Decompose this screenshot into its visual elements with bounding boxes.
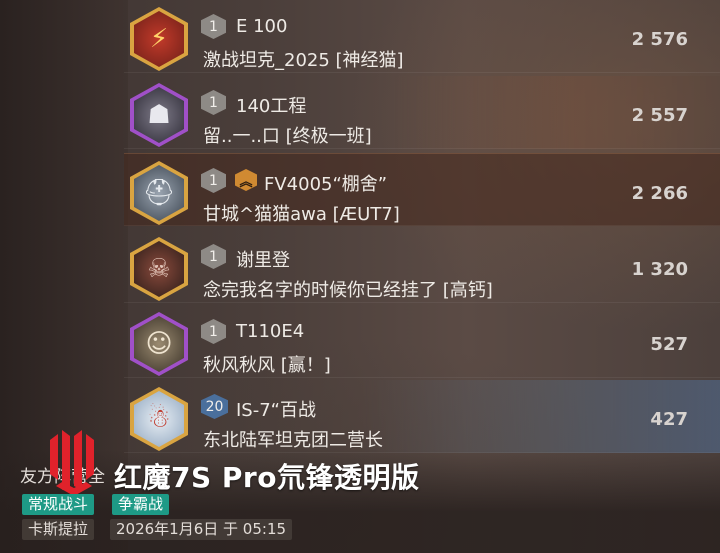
chevron-rank-icon: ︽ xyxy=(235,169,257,191)
battle-datetime-tag: 2026年1月6日 于 05:15 xyxy=(110,519,293,540)
battle-mode-tag: 常规战斗 xyxy=(22,494,95,515)
player-score: 427 xyxy=(650,409,688,430)
player-score: 2 266 xyxy=(631,183,688,204)
tank-name: 谢里登 xyxy=(236,250,290,271)
helmet-icon: ⛑ xyxy=(134,165,184,221)
map-name-tag: 卡斯提拉 xyxy=(22,519,95,540)
player-name: 东北陆军坦克团二营长 xyxy=(203,430,383,451)
player-name: 秋风秋风 [赢！] xyxy=(203,355,331,376)
masked-soldier-icon: ☠ xyxy=(134,241,184,297)
avatar-frame: ☠ xyxy=(130,237,188,301)
avatar-frame: ⚡ xyxy=(130,7,188,71)
player-name: 留..一..口 [终极一班] xyxy=(203,126,372,147)
tank-name: E 100 xyxy=(236,16,288,37)
device-watermark: 红魔7S Pro氘锋透明版 xyxy=(114,461,420,494)
player-row-self[interactable]: ⛑ 1 ︽ FV4005“棚舍” 甘城^猫猫awa [ÆUT7] 2 266 xyxy=(124,153,720,226)
lightning-emblem-icon: ⚡ xyxy=(134,11,184,67)
player-row[interactable]: ☃ 20 IS-7“百战 东北陆军坦克团二营长 427 xyxy=(124,380,720,453)
redmagic-logo-icon xyxy=(50,430,94,496)
tank-name: 140工程 xyxy=(236,96,307,117)
snowman-icon: ☃ xyxy=(134,391,184,447)
player-row[interactable]: ☠ 1 谢里登 念完我名字的时候你已经挂了 [高钙] 1 320 xyxy=(124,230,720,303)
avatar-frame: ☗ xyxy=(130,83,188,147)
player-row[interactable]: ⚡ 1 E 100 激战坦克_2025 [神经猫] 2 576 xyxy=(124,0,720,73)
tank-name: T110E4 xyxy=(236,321,305,342)
avatar-frame: ☺ xyxy=(130,312,188,376)
player-name: 甘城^猫猫awa [ÆUT7] xyxy=(203,204,400,225)
player-level-badge: 1 xyxy=(201,14,226,39)
player-level-badge: 1 xyxy=(201,244,226,269)
tank-name: FV4005“棚舍” xyxy=(264,174,388,195)
man-portrait-icon: ☺ xyxy=(134,316,184,372)
player-name: 激战坦克_2025 [神经猫] xyxy=(203,50,404,71)
player-level-badge: 1 xyxy=(201,319,226,344)
player-score: 1 320 xyxy=(631,259,688,280)
player-name: 念完我名字的时候你已经挂了 [高钙] xyxy=(203,280,493,301)
player-level-badge: 20 xyxy=(201,394,228,419)
hooded-figure-icon: ☗ xyxy=(134,87,184,143)
player-row[interactable]: ☗ 1 140工程 留..一..口 [终极一班] 2 557 xyxy=(124,76,720,149)
avatar-frame: ⛑ xyxy=(130,161,188,225)
player-score: 2 576 xyxy=(631,29,688,50)
player-score: 2 557 xyxy=(631,105,688,126)
player-level-badge: 1 xyxy=(201,168,226,193)
player-score: 527 xyxy=(650,334,688,355)
battle-type-tag: 争霸战 xyxy=(112,494,170,515)
player-level-badge: 1 xyxy=(201,90,226,115)
player-row[interactable]: ☺ 1 T110E4 秋风秋风 [赢！] 527 xyxy=(124,305,720,378)
tank-name: IS-7“百战 xyxy=(236,400,317,421)
avatar-frame: ☃ xyxy=(130,387,188,451)
